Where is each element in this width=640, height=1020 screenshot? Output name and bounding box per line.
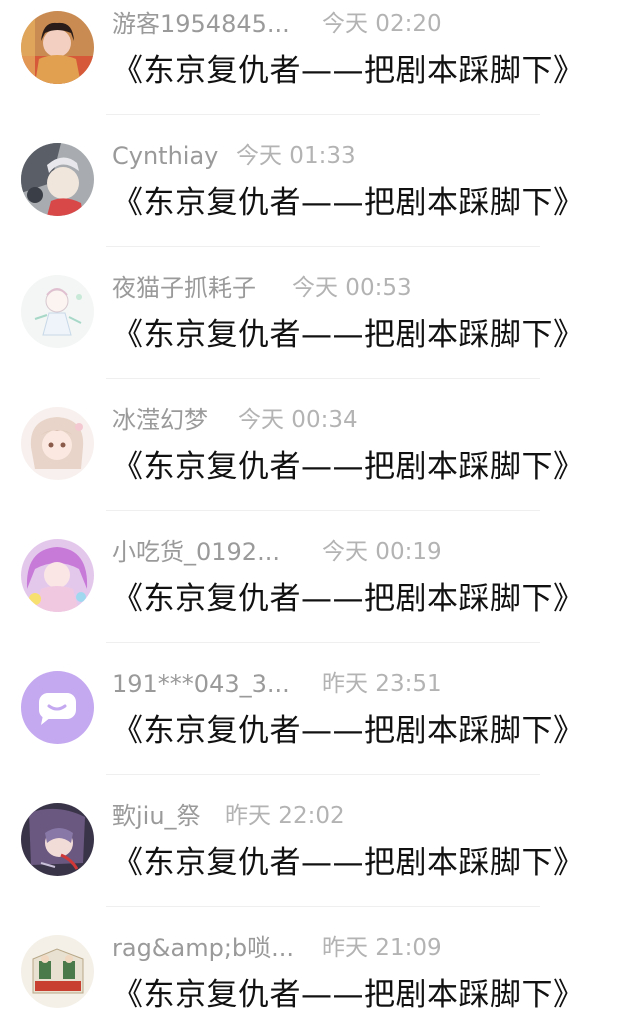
avatar-anime-purple-icon <box>21 539 94 612</box>
avatar[interactable] <box>21 803 94 876</box>
username[interactable]: Cynthiay <box>112 141 218 171</box>
divider <box>106 642 540 643</box>
divider <box>106 906 540 907</box>
timestamp: 昨天 23:51 <box>322 671 442 697</box>
avatar[interactable] <box>21 407 94 480</box>
divider <box>106 246 540 247</box>
username[interactable]: 夜猫子抓耗子 <box>112 273 256 303</box>
username[interactable]: 小吃货_0192... <box>112 537 280 567</box>
timestamp: 昨天 21:09 <box>322 935 442 961</box>
message-text: 《东京复仇者——把剧本踩脚下》 <box>112 977 585 1013</box>
list-item[interactable]: 小吃货_0192... 今天 00:19 《东京复仇者——把剧本踩脚下》 <box>0 528 640 660</box>
avatar-anime-grey-icon <box>21 143 94 216</box>
username[interactable]: 歅jiu_祭 <box>112 801 201 831</box>
avatar-photo-girl-icon <box>21 11 94 84</box>
message-text: 《东京复仇者——把剧本踩脚下》 <box>112 449 585 485</box>
avatar-anime-dark-icon <box>21 803 94 876</box>
list-item[interactable]: rag&amp;b唢... 昨天 21:09 《东京复仇者——把剧本踩脚下》 <box>0 924 640 1020</box>
list-item[interactable]: 歅jiu_祭 昨天 22:02 《东京复仇者——把剧本踩脚下》 <box>0 792 640 924</box>
divider <box>106 114 540 115</box>
avatar[interactable] <box>21 539 94 612</box>
timestamp: 今天 01:33 <box>236 143 356 169</box>
list-item[interactable]: 游客1954845... 今天 02:20 《东京复仇者——把剧本踩脚下》 <box>0 0 640 132</box>
avatar-anime-sketch-icon <box>21 275 94 348</box>
list-item[interactable]: 夜猫子抓耗子 今天 00:53 《东京复仇者——把剧本踩脚下》 <box>0 264 640 396</box>
timestamp: 今天 02:20 <box>322 11 442 37</box>
list-item[interactable]: Cynthiay 今天 01:33 《东京复仇者——把剧本踩脚下》 <box>0 132 640 264</box>
avatar-figurine-box-icon <box>21 935 94 1008</box>
avatar[interactable] <box>21 671 94 744</box>
message-text: 《东京复仇者——把剧本踩脚下》 <box>112 185 585 221</box>
timestamp: 今天 00:19 <box>322 539 442 565</box>
divider <box>106 774 540 775</box>
list-item[interactable]: 191***043_3... 昨天 23:51 《东京复仇者——把剧本踩脚下》 <box>0 660 640 792</box>
timestamp: 今天 00:53 <box>292 275 412 301</box>
avatar-anime-pink-hair-icon <box>21 407 94 480</box>
username[interactable]: rag&amp;b唢... <box>112 933 294 963</box>
avatar[interactable] <box>21 935 94 1008</box>
message-text: 《东京复仇者——把剧本踩脚下》 <box>112 53 585 89</box>
divider <box>106 378 540 379</box>
username[interactable]: 191***043_3... <box>112 669 290 699</box>
message-text: 《东京复仇者——把剧本踩脚下》 <box>112 581 585 617</box>
chat-bubble-icon <box>21 671 94 744</box>
message-text: 《东京复仇者——把剧本踩脚下》 <box>112 713 585 749</box>
username[interactable]: 游客1954845... <box>112 9 290 39</box>
avatar[interactable] <box>21 275 94 348</box>
message-list: 游客1954845... 今天 02:20 《东京复仇者——把剧本踩脚下》 Cy… <box>0 0 640 1020</box>
divider <box>106 510 540 511</box>
message-text: 《东京复仇者——把剧本踩脚下》 <box>112 845 585 881</box>
username[interactable]: 冰滢幻梦 <box>112 405 208 435</box>
list-item[interactable]: 冰滢幻梦 今天 00:34 《东京复仇者——把剧本踩脚下》 <box>0 396 640 528</box>
timestamp: 今天 00:34 <box>238 407 358 433</box>
avatar[interactable] <box>21 11 94 84</box>
message-text: 《东京复仇者——把剧本踩脚下》 <box>112 317 585 353</box>
avatar[interactable] <box>21 143 94 216</box>
timestamp: 昨天 22:02 <box>225 803 345 829</box>
